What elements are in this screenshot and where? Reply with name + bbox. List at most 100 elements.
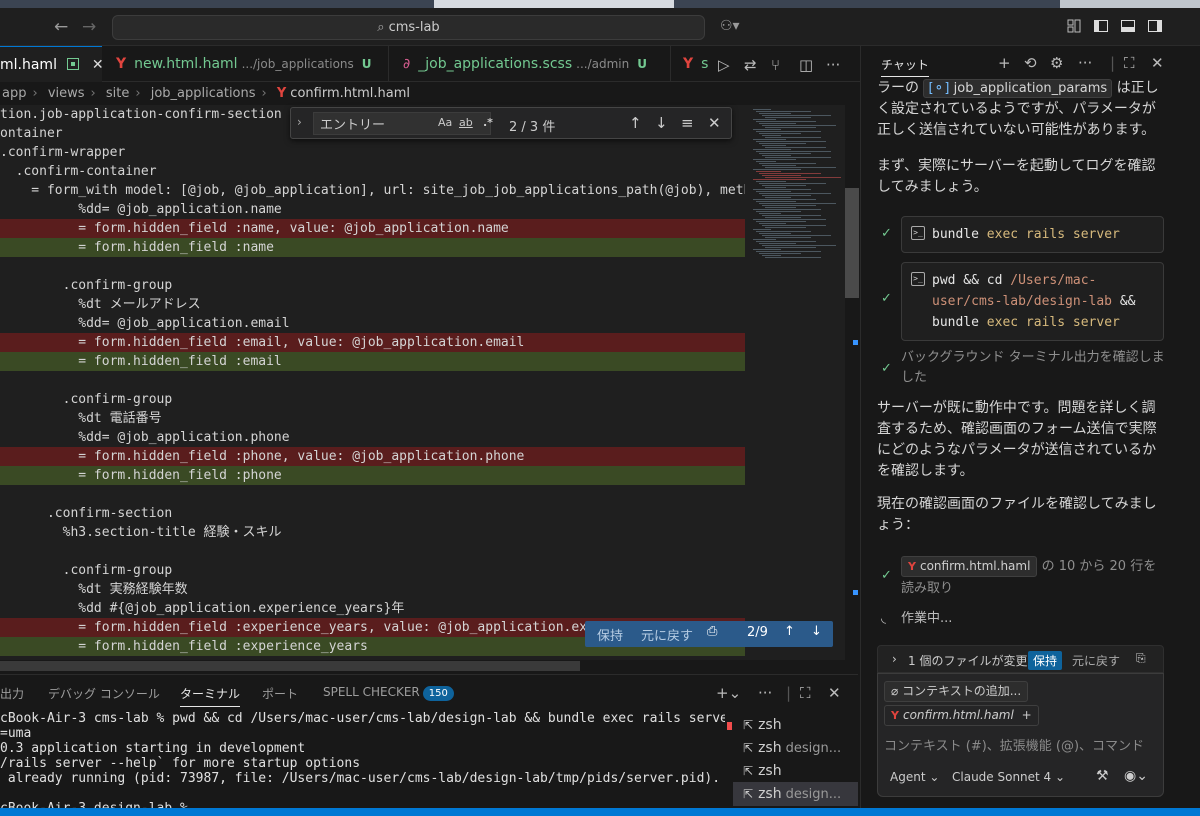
horizontal-scrollbar[interactable] (0, 661, 580, 671)
toggle-panel-icon[interactable] (1120, 18, 1136, 34)
terminal-command-1[interactable]: >_ bundle exec rails server (901, 216, 1164, 253)
new-chat-icon[interactable]: + (998, 54, 1011, 72)
compare-icon[interactable]: ⇄ (744, 56, 757, 74)
match-case-toggle[interactable]: Aa (438, 116, 452, 129)
gear-icon[interactable]: ⚙ (1050, 54, 1063, 72)
mode-select[interactable]: Agent ⌄ (890, 770, 939, 784)
file-reference[interactable]: Yconfirm.html.haml (901, 556, 1038, 577)
code-line: .confirm-group (0, 278, 173, 293)
panel-tab-terminal[interactable]: ターミナル (180, 685, 241, 707)
regex-toggle[interactable]: .* (483, 116, 493, 129)
code-line: .confirm-group (0, 392, 173, 407)
chat-input[interactable] (884, 735, 1159, 757)
keep-button[interactable]: 保持 (597, 625, 623, 644)
chevron-right-icon[interactable]: › (297, 115, 302, 129)
check-icon: ✓ (881, 361, 892, 376)
find-in-selection-icon[interactable]: ≡ (681, 114, 694, 132)
minimap-line (759, 183, 826, 184)
terminal-list-item[interactable]: ⇱ zsh design... (733, 782, 858, 806)
background-check-note: バックグラウンド ターミナル出力を確認しました (901, 350, 1165, 385)
terminal-list-item[interactable]: ⇱ zsh design... (733, 736, 858, 760)
breadcrumb-item[interactable]: job_applications (151, 86, 256, 101)
history-icon[interactable]: ⟲ (1024, 54, 1037, 72)
close-icon[interactable]: ✕ (708, 114, 721, 132)
tab-label: ml.haml (0, 57, 57, 73)
context-file-chip[interactable]: Yconfirm.html.haml + (884, 705, 1039, 726)
back-arrow-icon[interactable]: ← (54, 17, 68, 37)
panel-tab-debug-console[interactable]: デバッグ コンソール (48, 685, 160, 702)
maximize-panel-icon[interactable]: ⛶ (800, 684, 811, 702)
layout-customize-icon[interactable] (1066, 18, 1082, 34)
terminal-list-item[interactable]: ⇱ zsh (733, 759, 858, 783)
panel-tab-output[interactable]: 出力 (0, 685, 24, 702)
vertical-scrollbar[interactable] (845, 188, 859, 298)
terminal-error-marker (727, 722, 732, 730)
previous-change-icon[interactable]: ↑ (784, 624, 795, 639)
chevron-right-icon[interactable]: › (892, 652, 897, 666)
close-icon[interactable]: ✕ (1151, 54, 1164, 72)
more-actions-icon[interactable]: ··· (758, 684, 772, 702)
undo-button[interactable]: 元に戻す (641, 625, 693, 644)
more-actions-icon[interactable]: ··· (826, 56, 840, 74)
code-line: .confirm-group (0, 563, 173, 578)
close-icon[interactable]: ✕ (92, 57, 102, 73)
chat-header: チャット + ⟲ ⚙ ··· | ⛶ ✕ (861, 46, 1200, 82)
minimap-line (765, 167, 836, 168)
toggle-secondary-sidebar-icon[interactable] (1147, 18, 1163, 34)
minimap-line (762, 185, 806, 186)
command-center-search[interactable]: ⌕ cms-lab (112, 15, 705, 40)
more-icon[interactable]: ··· (1078, 54, 1092, 72)
forward-arrow-icon[interactable]: → (82, 17, 96, 37)
undo-all-button[interactable]: 元に戻す (1072, 652, 1120, 669)
send-icon[interactable]: ◉⌄ (1124, 768, 1148, 784)
changed-files-label: 1 個のファイルが変更 (908, 654, 1028, 668)
breadcrumb-item[interactable]: site (106, 86, 129, 101)
changed-files-bar[interactable]: › 1 個のファイルが変更 保持 元に戻す ⎘ (877, 645, 1164, 673)
breadcrumb-item[interactable]: app (2, 86, 26, 101)
tools-icon[interactable]: ⚒ (1096, 768, 1109, 784)
minimap-line (756, 181, 786, 182)
source-control-icon[interactable]: ⑂ (771, 56, 780, 74)
terminal-command-2[interactable]: >_ pwd && cd /Users/mac-user/cms-lab/des… (901, 262, 1164, 341)
tab-new-html-haml[interactable]: Ynew.html.haml .../job_applications U (104, 46, 386, 82)
minimap[interactable] (745, 105, 845, 660)
previous-match-icon[interactable]: ↑ (629, 114, 642, 132)
minimap-line (765, 257, 821, 258)
terminal-icon: >_ (911, 226, 925, 240)
panel-tab-spell-checker[interactable]: SPELL CHECKER 150 (323, 685, 454, 701)
open-changes-icon[interactable]: ⎘ (1136, 651, 1146, 666)
terminal-list-item[interactable]: ⇱ zsh (733, 713, 858, 737)
chat-panel: チャット + ⟲ ⚙ ··· | ⛶ ✕ ラーの [⚬] job_applica… (860, 46, 1200, 816)
code-editor[interactable]: tion.job-application-confirm-section onta… (0, 105, 745, 660)
breadcrumb-item[interactable]: views (48, 86, 85, 101)
minimap-line (762, 135, 781, 136)
breadcrumb-item[interactable]: confirm.html.haml (290, 86, 410, 101)
minimap-line (756, 151, 831, 152)
new-terminal-icon[interactable]: +⌄ (716, 684, 741, 702)
run-icon[interactable]: ▷ (718, 56, 730, 74)
match-word-toggle[interactable]: ab (459, 116, 473, 129)
open-diff-icon[interactable]: ⎙ (707, 624, 717, 639)
toggle-primary-sidebar-icon[interactable] (1093, 18, 1109, 34)
minimap-line (765, 237, 811, 238)
code-line: %dt メールアドレス (0, 297, 201, 312)
keep-all-button[interactable]: 保持 (1028, 651, 1063, 670)
add-context-button[interactable]: ⌀ コンテキストの追加... (884, 681, 1029, 702)
panel-tab-ports[interactable]: ポート (262, 685, 298, 702)
tab-confirm-html-haml[interactable]: ml.haml ✕ (0, 46, 102, 82)
copilot-icon[interactable]: ⚇▾ (720, 18, 740, 34)
tab-job-applications-scss[interactable]: ∂ _job_applications.scss .../admin U (388, 46, 668, 82)
add-icon[interactable]: + (1022, 708, 1032, 722)
minimap-line (762, 195, 811, 196)
next-match-icon[interactable]: ↓ (655, 114, 668, 132)
next-change-icon[interactable]: ↓ (811, 624, 822, 639)
tab-overflow[interactable]: Ys (670, 46, 710, 82)
symbol-reference[interactable]: [⚬] job_application_params (923, 79, 1113, 98)
minimap-line (753, 239, 776, 240)
maximize-icon[interactable]: ⛶ (1124, 54, 1135, 72)
terminal-output[interactable]: cBook-Air-3 cms-lab % pwd && cd /Users/m… (0, 711, 725, 816)
close-panel-icon[interactable]: ✕ (828, 684, 841, 702)
model-select[interactable]: Claude Sonnet 4 ⌄ (952, 770, 1065, 784)
split-editor-icon[interactable]: ◫ (799, 56, 813, 74)
